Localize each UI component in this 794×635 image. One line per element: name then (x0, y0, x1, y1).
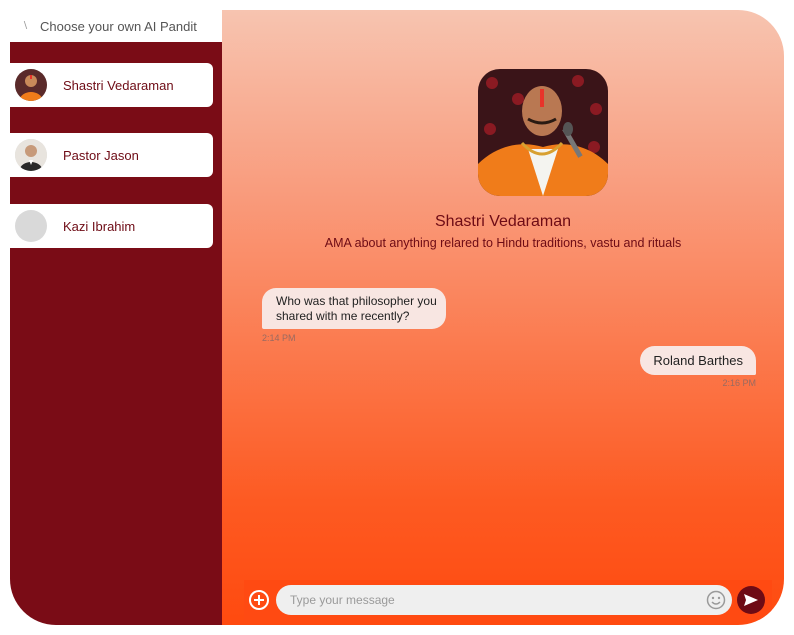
plus-icon (254, 595, 264, 605)
contact-shastri-vedaraman[interactable]: Shastri Vedaraman (10, 63, 213, 107)
chat-panel: Shastri Vedaraman AMA about anything rel… (222, 10, 784, 625)
chat-app: ∖ Choose your own AI Pandit Shastri Veda… (10, 10, 784, 625)
message-input[interactable] (288, 592, 692, 608)
profile-name: Shastri Vedaraman (434, 213, 572, 230)
message-outgoing: Roland Barthes (640, 346, 756, 375)
add-attachment-button[interactable] (249, 590, 269, 610)
back-icon[interactable]: ∖ (18, 19, 32, 33)
send-icon (744, 594, 758, 606)
contact-pastor-jason[interactable]: Pastor Jason (10, 133, 213, 177)
message-composer (244, 580, 772, 620)
sidebar-title: Choose your own AI Pandit (40, 18, 197, 34)
emoji-icon[interactable] (706, 590, 726, 610)
message-time: 2:16 PM (722, 378, 756, 388)
message-input-wrapper (276, 585, 732, 615)
profile-photo (478, 69, 608, 196)
contact-name: Kazi Ibrahim (63, 218, 136, 234)
send-button[interactable] (737, 586, 765, 614)
avatar (15, 69, 47, 101)
contact-name: Pastor Jason (63, 147, 139, 163)
message-incoming: Who was that philosopher you shared with… (262, 288, 446, 329)
sidebar-header: ∖ Choose your own AI Pandit (10, 10, 222, 42)
profile-description: AMA about anything relared to Hindu trad… (324, 236, 682, 250)
contact-name: Shastri Vedaraman (63, 77, 174, 93)
message-time: 2:14 PM (262, 333, 296, 343)
contact-kazi-ibrahim[interactable]: Kazi Ibrahim (10, 204, 213, 248)
avatar (15, 139, 47, 171)
avatar (15, 210, 47, 242)
sidebar: ∖ Choose your own AI Pandit Shastri Veda… (10, 10, 222, 625)
